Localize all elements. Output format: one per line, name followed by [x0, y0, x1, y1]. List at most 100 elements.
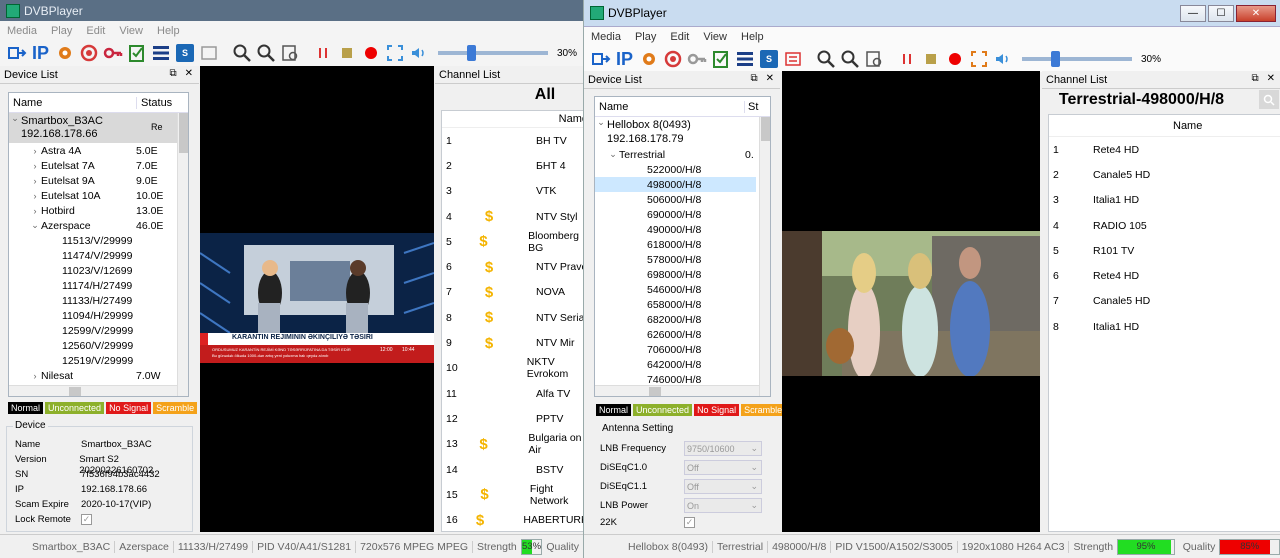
expand-icon[interactable]: › [29, 146, 41, 156]
col-status-header[interactable]: St [745, 101, 758, 113]
volume-slider[interactable] [438, 45, 548, 61]
col-name-header[interactable]: Name [595, 100, 745, 113]
edit-list-button[interactable] [710, 49, 731, 70]
volume-icon[interactable] [408, 43, 429, 64]
epg-button[interactable] [198, 43, 219, 64]
add-device-button[interactable] [6, 43, 27, 64]
volume-slider-thumb[interactable] [467, 45, 476, 61]
device-node[interactable]: ⌄ Smartbox_B3AC 192.168.178.66 Re [9, 113, 177, 143]
antenna-select[interactable]: 9750/10600 ⌄ [684, 441, 762, 456]
transponder-node[interactable]: 11174/H/27499 [9, 278, 188, 293]
close-button[interactable]: ✕ [1236, 5, 1276, 22]
antenna-select[interactable]: On ⌄ [684, 498, 762, 513]
close-pane-icon[interactable]: ✕ [1267, 73, 1275, 84]
video-player[interactable] [782, 71, 1040, 532]
channel-row[interactable]: 9 $ NTV Mir [442, 330, 583, 355]
search-button[interactable] [255, 43, 276, 64]
collapse-icon[interactable]: ⌄ [29, 220, 41, 231]
collapse-icon[interactable]: ⌄ [607, 149, 619, 160]
channel-row[interactable]: 1 BH TV [442, 128, 583, 153]
menu-play[interactable]: Play [628, 31, 663, 43]
volume-slider[interactable] [1022, 51, 1132, 67]
channel-row[interactable]: 1 Rete4 HD [1049, 137, 1280, 162]
zoom-in-button[interactable] [815, 49, 836, 70]
record-list-button[interactable] [863, 49, 884, 70]
ip-button[interactable]: IP [30, 43, 51, 64]
channel-list-button[interactable] [734, 49, 755, 70]
transponder-node[interactable]: 11023/V/12699 [9, 263, 188, 278]
record-button[interactable] [944, 49, 965, 70]
float-pane-icon[interactable]: ⧉ [169, 68, 176, 79]
float-pane-icon[interactable]: ⧉ [750, 73, 757, 84]
vertical-scrollbar[interactable] [177, 113, 188, 396]
stop-button[interactable] [336, 43, 357, 64]
frequency-node[interactable]: 578000/H/8 [595, 252, 756, 267]
vertical-scrollbar[interactable] [759, 117, 770, 396]
frequency-node[interactable]: 706000/H/8 [595, 342, 756, 357]
lock-remote-checkbox[interactable]: ✓ [81, 514, 92, 525]
pause-button[interactable] [312, 43, 333, 64]
channel-row[interactable]: 5 $ Bloomberg BG [442, 229, 583, 254]
expand-icon[interactable]: › [29, 161, 41, 171]
transponder-node[interactable]: 11133/H/27499 [9, 293, 188, 308]
menu-view[interactable]: View [112, 25, 150, 37]
stop-button[interactable] [920, 49, 941, 70]
settings-button[interactable] [638, 49, 659, 70]
frequency-node[interactable]: 618000/H/8 [595, 237, 756, 252]
menu-media[interactable]: Media [584, 31, 628, 43]
fullscreen-button[interactable] [968, 49, 989, 70]
channel-row[interactable]: 6 Rete4 HD [1049, 263, 1280, 288]
channel-row[interactable]: 7 $ NOVA [442, 280, 583, 305]
menu-play[interactable]: Play [44, 25, 79, 37]
satellite-node[interactable]: › Astra 4A 5.0E [9, 143, 188, 158]
satellite-node[interactable]: › Eutelsat 10A 10.0E [9, 188, 188, 203]
channel-row[interactable]: 12 PPTV [442, 406, 583, 431]
channel-row[interactable]: 3 Italia1 HD [1049, 188, 1280, 213]
add-device-button[interactable] [590, 49, 611, 70]
collapse-icon[interactable]: ⌄ [595, 117, 607, 147]
expand-icon[interactable]: › [29, 176, 41, 186]
antenna-select[interactable]: Off ⌄ [684, 460, 762, 475]
epg-button[interactable] [782, 49, 803, 70]
horizontal-scrollbar[interactable] [9, 385, 177, 396]
collapse-icon[interactable]: ⌄ [9, 113, 21, 143]
key-button[interactable] [686, 49, 707, 70]
transponder-node[interactable]: 12560/V/29999 [9, 338, 188, 353]
record-button[interactable] [360, 43, 381, 64]
satellite-node[interactable]: › Nilesat 7.0W [9, 368, 188, 383]
video-player[interactable]: KARANTİN REJİMİNİN ƏKİNÇİLİYƏ TƏSİRİ ORD… [200, 66, 434, 532]
menu-view[interactable]: View [696, 31, 734, 43]
satellite-node[interactable]: › Eutelsat 9A 9.0E [9, 173, 188, 188]
maximize-button[interactable]: ☐ [1208, 5, 1234, 22]
channel-row[interactable]: 6 $ NTV Pravo [442, 254, 583, 279]
ip-button[interactable]: IP [614, 49, 635, 70]
target-button[interactable] [78, 43, 99, 64]
transponder-node[interactable]: 11513/V/29999 [9, 233, 188, 248]
float-pane-icon[interactable]: ⧉ [1251, 73, 1258, 84]
22k-checkbox[interactable]: ✓ [684, 517, 695, 528]
frequency-node[interactable]: 498000/H/8 [595, 177, 756, 192]
col-name-header[interactable]: Name [9, 96, 137, 109]
minimize-button[interactable]: — [1180, 5, 1206, 22]
channel-row[interactable]: 8 Italia1 HD [1049, 314, 1280, 339]
channel-row[interactable]: 8 $ NTV Serial [442, 305, 583, 330]
settings-button[interactable] [54, 43, 75, 64]
expand-icon[interactable]: › [29, 371, 41, 381]
pause-button[interactable] [896, 49, 917, 70]
target-button[interactable] [662, 49, 683, 70]
channel-row[interactable]: 7 Canale5 HD [1049, 289, 1280, 314]
group-node[interactable]: ⌄ Terrestrial 0. [595, 147, 770, 162]
channel-row[interactable]: 4 RADIO 105 [1049, 213, 1280, 238]
menu-help[interactable]: Help [150, 25, 187, 37]
zoom-in-button[interactable] [231, 43, 252, 64]
edit-list-button[interactable] [126, 43, 147, 64]
channel-row[interactable]: 4 $ NTV Styl [442, 204, 583, 229]
frequency-node[interactable]: 506000/H/8 [595, 192, 756, 207]
expand-icon[interactable]: › [29, 206, 41, 216]
channel-row[interactable]: 10 NKTV Evrokom [442, 356, 583, 381]
menu-edit[interactable]: Edit [79, 25, 112, 37]
channel-row[interactable]: 13 $ Bulgaria on Air [442, 432, 583, 457]
col-status-header[interactable]: Status [137, 97, 172, 109]
transponder-node[interactable]: 12599/V/29999 [9, 323, 188, 338]
volume-icon[interactable] [992, 49, 1013, 70]
